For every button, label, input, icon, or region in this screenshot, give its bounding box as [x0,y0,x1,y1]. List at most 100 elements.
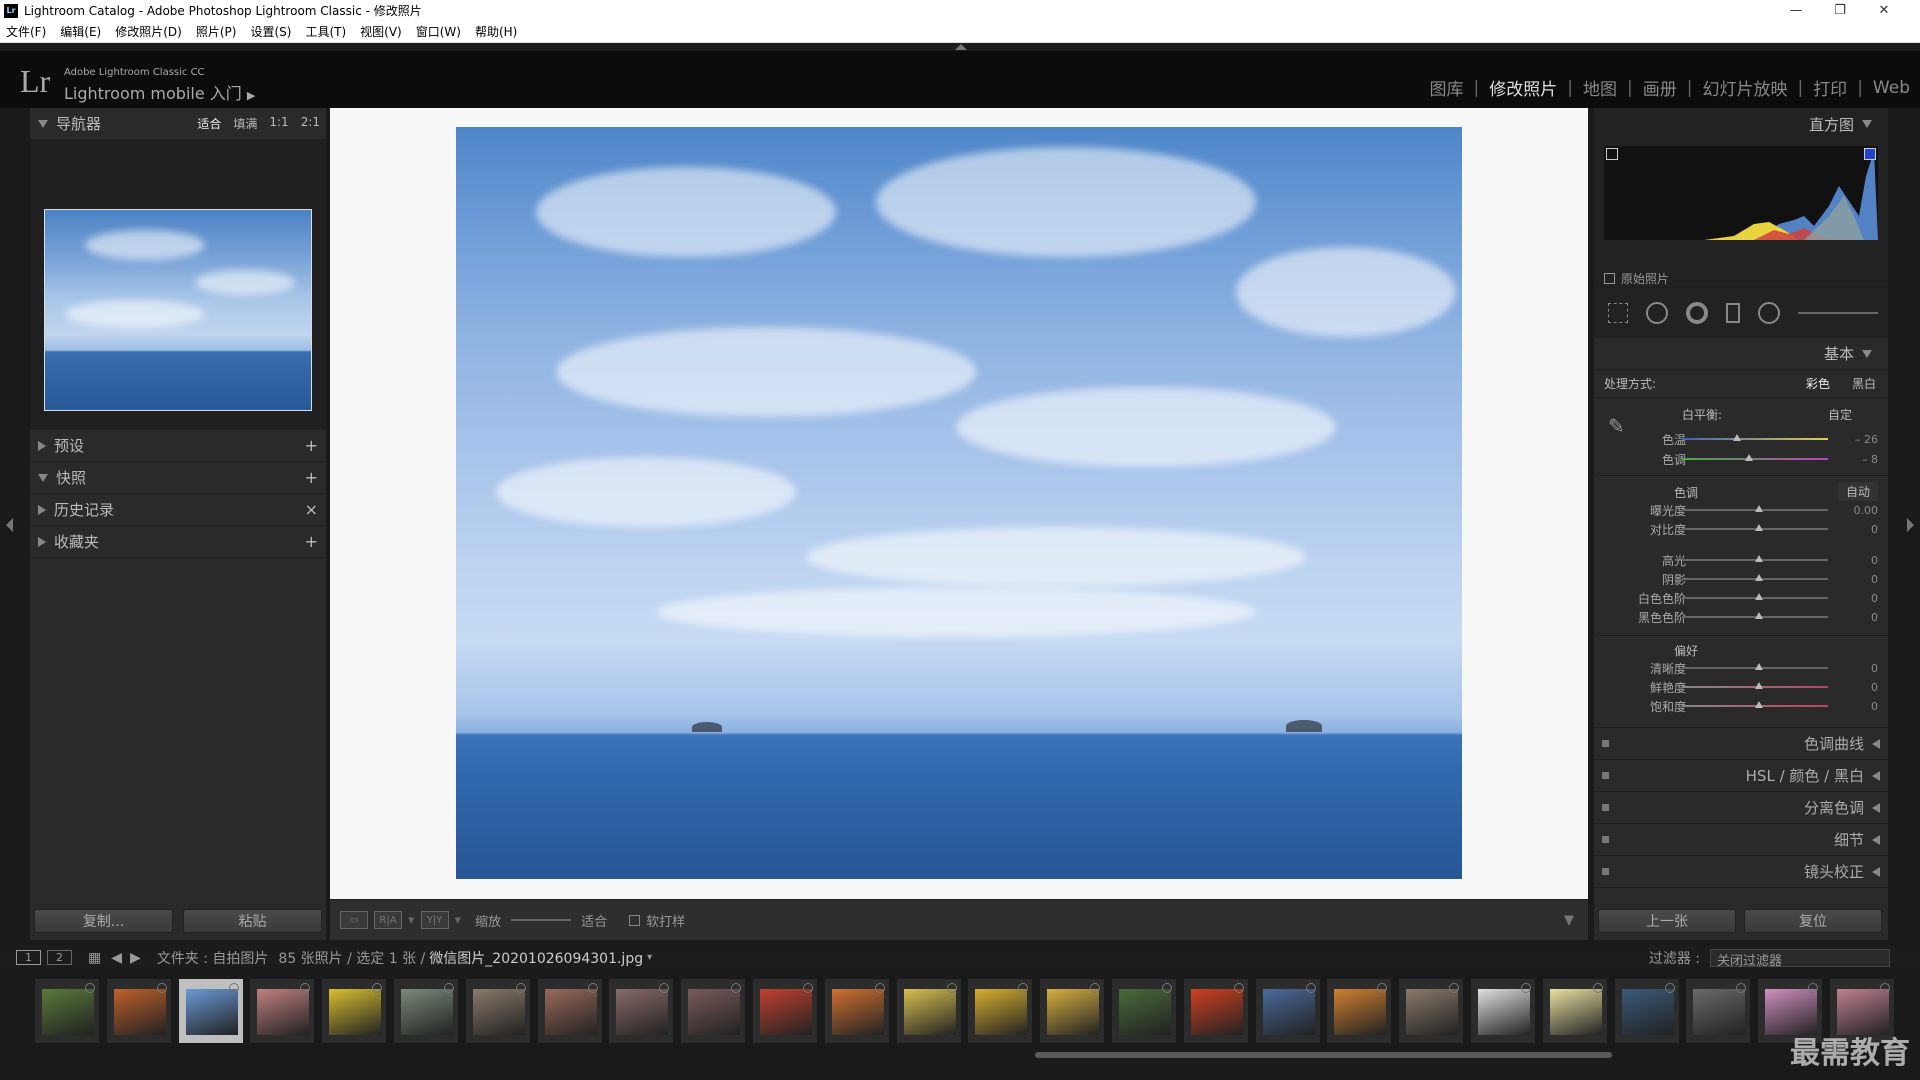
minimize-icon[interactable]: — [1774,0,1818,21]
maximize-icon[interactable]: ❐ [1818,0,1862,21]
exposure-row[interactable]: 曝光度 0.00 [1594,501,1888,520]
filmstrip-thumbnail[interactable] [1398,978,1465,1044]
menu-help[interactable]: 帮助(H) [475,23,517,40]
basic-header[interactable]: 基本 [1594,338,1888,370]
blacks-row[interactable]: 黑色色阶 0 [1594,608,1888,627]
zoom-fit[interactable]: 适合 [197,115,221,132]
zoom-fill[interactable]: 填满 [233,115,257,132]
back-arrow-icon[interactable]: ◀ [111,950,122,966]
shadows-row[interactable]: 阴影 0 [1594,570,1888,589]
screen-1-button[interactable]: 1 [16,950,41,965]
menu-file[interactable]: 文件(F) [6,23,46,40]
copy-button[interactable]: 复制... [34,909,173,933]
saturation-row[interactable]: 饱和度 0 [1594,697,1888,716]
module-print[interactable]: 打印 [1813,75,1847,100]
zoom-2-1[interactable]: 2:1 [301,115,320,132]
menu-tools[interactable]: 工具(T) [305,23,346,40]
filmstrip-thumbnail[interactable] [752,978,818,1044]
whites-row[interactable]: 白色色阶 0 [1594,589,1888,608]
menu-photo[interactable]: 照片(P) [196,23,237,40]
navigator-thumbnail[interactable] [44,209,312,411]
forward-arrow-icon[interactable]: ▶ [130,950,141,966]
navigator-header[interactable]: 导航器 适合 填满 1:1 2:1 [30,108,326,140]
highlight-clip-icon[interactable] [1864,148,1876,160]
filmstrip-thumbnail[interactable] [1685,978,1752,1044]
filmstrip-scrollbar[interactable] [1035,1052,1612,1058]
module-map[interactable]: 地图 [1583,75,1617,100]
treatment-color[interactable]: 彩色 [1806,375,1830,392]
filmstrip-thumbnail[interactable] [1613,978,1680,1044]
filmstrip-thumbnail[interactable] [1182,978,1249,1044]
vibrance-row[interactable]: 鲜艳度 0 [1594,678,1888,697]
filmstrip-thumbnail[interactable] [1326,978,1393,1044]
menu-view[interactable]: 视图(V) [360,23,402,40]
filmstrip-thumbnail[interactable] [680,978,747,1044]
filmstrip-thumbnail[interactable] [464,978,531,1044]
source-label[interactable]: 文件夹 : 自拍图片 [157,948,269,968]
menu-window[interactable]: 窗口(W) [416,23,461,40]
crop-icon[interactable] [1608,302,1628,323]
softproof-checkbox[interactable] [629,914,641,926]
clear-history-icon[interactable]: × [305,500,318,519]
shadow-clip-icon[interactable] [1606,148,1618,160]
red-eye-icon[interactable] [1686,301,1708,324]
filmstrip-thumbnail[interactable] [1039,978,1106,1044]
original-photo-toggle[interactable]: 原始照片 [1604,270,1669,287]
menu-settings[interactable]: 设置(S) [250,23,291,40]
treatment-bw[interactable]: 黑白 [1852,375,1876,392]
filmstrip-thumbnail[interactable] [967,978,1034,1044]
compare-icon[interactable]: Y|Y [420,911,449,929]
filmstrip-thumbnail[interactable] [536,978,603,1044]
presets-header[interactable]: 预设 + [30,430,326,462]
filmstrip-thumbnail[interactable] [895,978,962,1044]
brush-icon[interactable] [1798,311,1878,314]
wb-value[interactable]: 自定 [1828,406,1852,423]
before-after-icon[interactable]: R|A [374,911,402,929]
close-icon[interactable]: ✕ [1862,0,1906,21]
auto-button[interactable]: 自动 [1837,482,1878,501]
lens-corrections-header[interactable]: 镜头校正 [1594,856,1888,888]
filter-select[interactable]: 关闭过滤器 [1710,948,1890,969]
tint-row[interactable]: 色调 – 8 [1594,450,1888,469]
filmstrip-thumbnail[interactable] [105,978,172,1044]
filename[interactable]: 微信图片_20201026094301.jpg [429,948,643,968]
top-panel-toggle[interactable] [0,43,1920,51]
temp-row[interactable]: 色温 – 26 [1594,430,1888,449]
split-toning-header[interactable]: 分离色调 [1594,792,1888,824]
filmstrip-thumbnail[interactable] [1470,978,1536,1044]
hsl-header[interactable]: HSL / 颜色 / 黑白 [1594,760,1888,792]
main-photo[interactable] [456,127,1462,879]
add-collection-icon[interactable]: + [305,532,318,551]
contrast-row[interactable]: 对比度 0 [1594,520,1888,539]
toolbar-menu-icon[interactable]: ▼ [1564,913,1574,928]
history-header[interactable]: 历史记录 × [30,494,326,526]
histogram-header[interactable]: 直方图 [1594,108,1888,140]
filmstrip-thumbnail[interactable] [1254,978,1321,1044]
filmstrip-thumbnail[interactable] [177,978,244,1044]
grid-icon[interactable]: ▦ [88,950,101,966]
reset-button[interactable]: 复位 [1744,909,1882,933]
tone-curve-header[interactable]: 色调曲线 [1594,728,1888,760]
left-panel-toggle[interactable] [0,108,22,950]
screen-2-button[interactable]: 2 [47,950,72,965]
paste-button[interactable]: 粘贴 [183,909,322,933]
spot-removal-icon[interactable] [1646,301,1668,324]
filmstrip-thumbnail[interactable] [1541,978,1608,1044]
filmstrip-thumbnail[interactable] [321,978,388,1044]
mobile-link[interactable]: Lightroom mobile 入门 ▶ [64,80,255,104]
filmstrip-thumbnail[interactable] [249,978,316,1044]
module-book[interactable]: 画册 [1643,75,1677,100]
module-library[interactable]: 图库 [1430,75,1464,100]
filmstrip-thumbnail[interactable] [393,978,459,1044]
menu-edit[interactable]: 编辑(E) [60,23,101,40]
module-web[interactable]: Web [1873,78,1910,98]
arrow-right-icon[interactable] [1907,518,1914,532]
module-slideshow[interactable]: 幻灯片放映 [1702,75,1787,100]
filmstrip-thumbnail[interactable] [608,978,675,1044]
arrow-left-icon[interactable] [6,518,13,532]
add-preset-icon[interactable]: + [305,436,318,455]
graduated-filter-icon[interactable] [1726,302,1740,323]
module-develop[interactable]: 修改照片 [1489,75,1557,100]
filmstrip-thumbnail[interactable] [34,978,100,1044]
loupe-view-icon[interactable]: ▭ [340,911,368,929]
